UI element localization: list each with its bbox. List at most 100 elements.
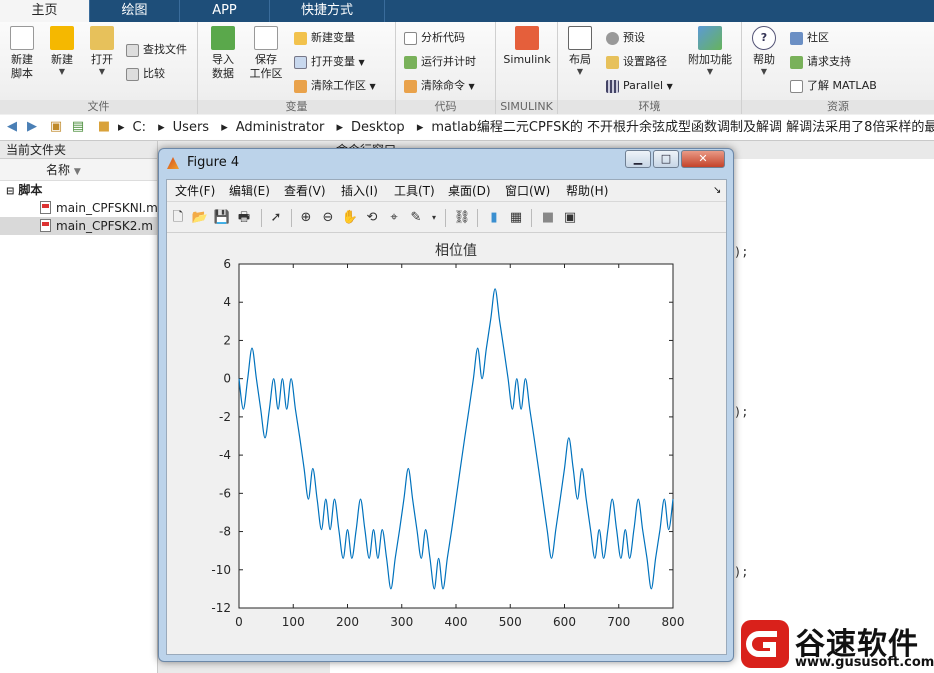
minimize-button[interactable]: ▁ xyxy=(625,150,651,168)
pan-icon[interactable]: ✋ xyxy=(341,209,359,227)
menu-help[interactable]: 帮助(H) xyxy=(566,180,608,202)
column-header-name[interactable]: 名称 ▼ xyxy=(0,159,157,181)
menu-tools[interactable]: 工具(T) xyxy=(394,180,435,202)
link-plot-icon[interactable]: ⛓ xyxy=(453,209,471,227)
code-fragment: ); xyxy=(734,245,749,259)
show-plot-tools-icon[interactable]: ▣ xyxy=(561,209,579,227)
analyze-code-button[interactable]: 分析代码 xyxy=(404,28,465,48)
toolbar-separator xyxy=(261,209,262,227)
rotate-3d-icon[interactable]: ⟲ xyxy=(363,209,381,227)
open-var-label: 打开变量 xyxy=(311,55,355,68)
community-icon xyxy=(790,31,803,45)
file-item[interactable]: main_CPFSKNI.m xyxy=(0,199,158,217)
open-button[interactable]: 打开 ▼ xyxy=(86,26,118,77)
zoom-in-icon[interactable]: ⊕ xyxy=(297,209,315,227)
legend-icon[interactable]: ▦ xyxy=(507,209,525,227)
code-fragment: ); xyxy=(734,405,749,419)
x-tick-label: 100 xyxy=(282,615,305,629)
dock-icon[interactable]: ↘ xyxy=(713,180,721,202)
help-button[interactable]: ? 帮助 ▼ xyxy=(748,26,780,77)
menu-edit[interactable]: 编辑(E) xyxy=(229,180,270,202)
figure-toolbar: 🗋 📂 💾 🖶 ➚ ⊕ ⊖ ✋ ⟲ ⌖ ✎ ▾ ⛓ ▮ ▦ ■ ▣ xyxy=(167,203,726,233)
collapse-icon[interactable]: ⊟ xyxy=(6,186,14,197)
up-folder-icon[interactable]: ▣ xyxy=(48,119,64,135)
hide-plot-tools-icon[interactable]: ■ xyxy=(539,209,557,227)
toolbar-separator xyxy=(445,209,446,227)
file-item-selected[interactable]: main_CPFSK2.m xyxy=(0,217,157,235)
print-icon[interactable]: 🖶 xyxy=(235,209,253,227)
chevron-down-icon[interactable]: ▾ xyxy=(425,209,443,227)
brush-icon[interactable]: ✎ xyxy=(407,209,425,227)
preferences-button[interactable]: 预设 xyxy=(606,28,645,48)
community-button[interactable]: 社区 xyxy=(790,28,829,48)
menu-desktop[interactable]: 桌面(D) xyxy=(448,180,491,202)
parallel-button[interactable]: Parallel ▼ xyxy=(606,76,673,96)
open-variable-button[interactable]: 打开变量 ▼ xyxy=(294,52,365,72)
breadcrumb-item[interactable]: Administrator xyxy=(236,120,325,135)
compare-button[interactable]: 比较 xyxy=(126,64,165,84)
learn-matlab-button[interactable]: 了解 MATLAB xyxy=(790,76,877,96)
layout-button[interactable]: 布局 ▼ xyxy=(564,26,596,77)
file-name: main_CPFSKNI.m xyxy=(56,201,158,215)
toolbar-separator xyxy=(291,209,292,227)
toolbar-separator xyxy=(477,209,478,227)
run-and-time-button[interactable]: 运行并计时 xyxy=(404,52,476,72)
tab-home[interactable]: 主页 xyxy=(0,0,90,22)
y-tick-label: -4 xyxy=(219,448,231,462)
open-file-icon[interactable]: 📂 xyxy=(191,209,209,227)
menu-window[interactable]: 窗口(W) xyxy=(505,180,550,202)
toolbar-separator xyxy=(531,209,532,227)
tab-apps[interactable]: APP xyxy=(180,0,270,22)
forward-icon[interactable]: ▶ xyxy=(24,119,40,135)
request-support-button[interactable]: 请求支持 xyxy=(790,52,851,72)
new-script-button[interactable]: 新建 脚本 xyxy=(6,26,38,81)
addons-icon xyxy=(698,26,722,50)
group-title-environment: 环境 xyxy=(558,100,741,114)
ribbon: 新建 脚本 新建 ▼ 打开 ▼ 查找文件 比较 文件 导入 数据 保存 工作区 … xyxy=(0,22,934,114)
save-ws-label: 保存 工作区 xyxy=(249,53,283,80)
ribbon-group-file: 新建 脚本 新建 ▼ 打开 ▼ 查找文件 比较 文件 xyxy=(0,22,198,114)
new-button[interactable]: 新建 ▼ xyxy=(46,26,78,77)
new-figure-icon[interactable]: 🗋 xyxy=(169,209,187,227)
new-variable-button[interactable]: 新建变量 xyxy=(294,28,355,48)
data-cursor-icon[interactable]: ⌖ xyxy=(385,209,403,227)
menu-insert[interactable]: 插入(I) xyxy=(341,180,378,202)
m-file-icon xyxy=(40,201,51,214)
close-button[interactable]: ✕ xyxy=(681,150,725,168)
simulink-button[interactable]: Simulink xyxy=(502,26,552,67)
figure-window[interactable]: Figure 4 ▁ □ ✕ 文件(F) 编辑(E) 查看(V) 插入(I) 工… xyxy=(158,148,734,662)
plot-area[interactable]: 相位值 0 100 200 300 400 500 600 700 800 6 4 2 0 -2 -4 -6 -8… xyxy=(167,234,726,654)
breadcrumb-item[interactable]: matlab编程二元CPFSK的 不开根升余弦成型函数调制及解调 解调法采用了8… xyxy=(431,120,934,135)
menu-file[interactable]: 文件(F) xyxy=(175,180,215,202)
find-files-button[interactable]: 查找文件 xyxy=(126,40,187,60)
chart-svg[interactable]: 相位值 0 100 200 300 400 500 600 700 800 6 4 2 0 -2 -4 -6 -8… xyxy=(167,234,726,654)
file-group-scripts[interactable]: ⊟ 脚本 xyxy=(0,181,157,199)
tab-shortcuts[interactable]: 快捷方式 xyxy=(270,0,385,22)
import-data-button[interactable]: 导入 数据 xyxy=(206,26,240,81)
breadcrumb-separator-icon: ▸ xyxy=(158,120,165,135)
open-variable-icon xyxy=(294,55,307,69)
tab-plots[interactable]: 绘图 xyxy=(90,0,180,22)
addons-button[interactable]: 附加功能 ▼ xyxy=(684,26,736,77)
set-path-button[interactable]: 设置路径 xyxy=(606,52,667,72)
breadcrumb-item[interactable]: Users xyxy=(173,120,209,135)
pointer-icon[interactable]: ➚ xyxy=(267,209,285,227)
breadcrumb-item[interactable]: C: xyxy=(133,120,146,135)
maximize-button[interactable]: □ xyxy=(653,150,679,168)
colorbar-icon[interactable]: ▮ xyxy=(485,209,503,227)
clear-workspace-icon xyxy=(294,79,307,93)
menu-view[interactable]: 查看(V) xyxy=(284,180,326,202)
back-icon[interactable]: ◀ xyxy=(4,119,20,135)
clear-workspace-button[interactable]: 清除工作区 ▼ xyxy=(294,76,376,96)
breadcrumb-item[interactable]: Desktop xyxy=(351,120,405,135)
y-tick-label: 0 xyxy=(223,372,231,386)
zoom-out-icon[interactable]: ⊖ xyxy=(319,209,337,227)
breadcrumb[interactable]: ▸ C: ▸ Users ▸ Administrator ▸ Desktop ▸ matl… xyxy=(118,115,934,140)
browse-icon[interactable]: ▤ xyxy=(70,119,86,135)
learn-label: 了解 MATLAB xyxy=(807,79,877,92)
clear-commands-button[interactable]: 清除命令 ▼ xyxy=(404,76,475,96)
save-workspace-button[interactable]: 保存 工作区 xyxy=(246,26,286,81)
compare-label: 比较 xyxy=(143,67,165,80)
parallel-icon xyxy=(606,79,619,93)
save-icon[interactable]: 💾 xyxy=(213,209,231,227)
